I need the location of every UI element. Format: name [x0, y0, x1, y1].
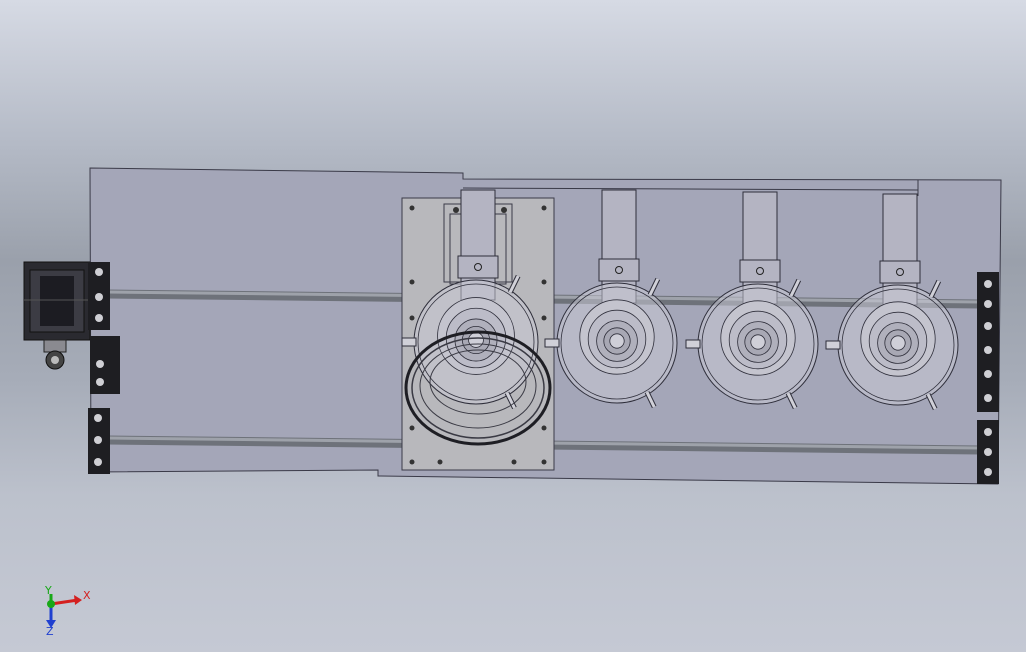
left-bracket-lower[interactable] — [88, 408, 110, 474]
cad-assembly-view[interactable] — [0, 0, 1026, 652]
right-bracket-lower[interactable] — [977, 420, 999, 484]
coordinate-triad-icon — [46, 594, 82, 628]
triad-y-label: Y — [45, 584, 52, 597]
triad-z-label: Z — [46, 625, 54, 638]
right-bracket-upper[interactable] — [977, 272, 999, 412]
stepper-motor-icon[interactable] — [23, 261, 91, 370]
graphics-viewport[interactable]: X Y Z — [0, 0, 1026, 652]
triad-x-label: X — [83, 589, 91, 602]
